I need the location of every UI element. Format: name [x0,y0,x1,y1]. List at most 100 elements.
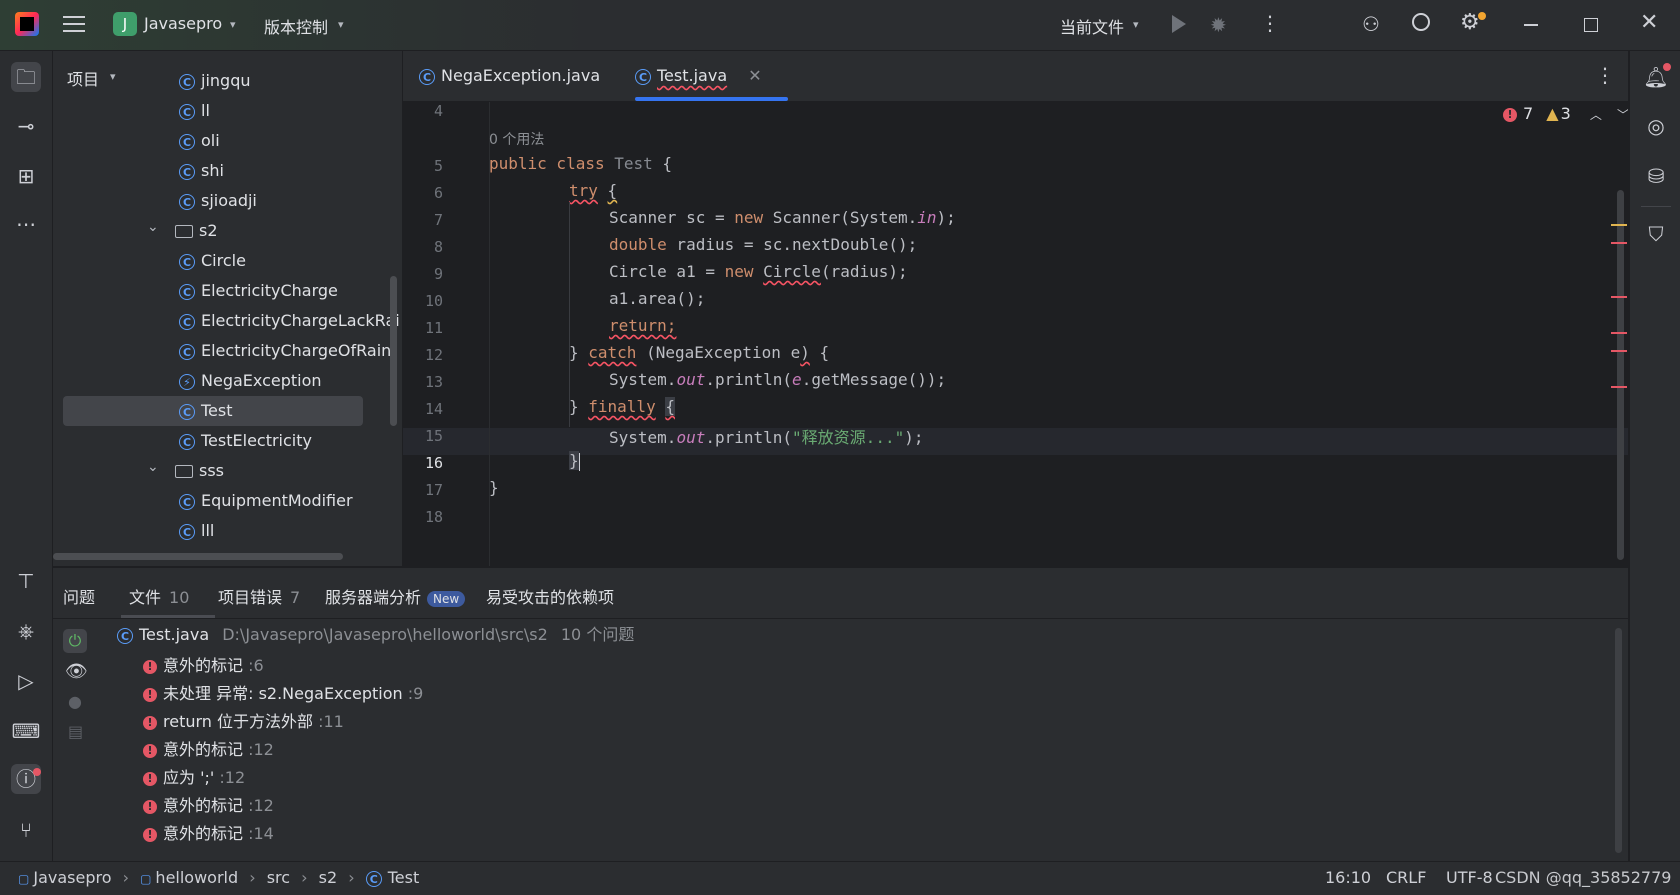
tree-package-s2[interactable]: ⌄ s2 [63,216,363,246]
tree-item-ll[interactable]: Cll [63,96,363,126]
tree-item-ElectricityChargeOfRain[interactable]: C ElectricityChargeOfRain [63,336,391,366]
run-icon[interactable] [1172,15,1186,33]
line-number[interactable]: 12 [403,346,443,364]
problems-tab-1[interactable]: 文件 10 [129,584,189,608]
project-folder-icon[interactable]: 🗀 [11,62,41,92]
problems-tab-0[interactable]: 问题 [63,584,95,608]
issue-row[interactable]: ! return 位于方法外部 :11 [143,708,344,736]
tree-scrollbar[interactable] [390,276,397,426]
main-menu-icon[interactable] [63,14,85,34]
chevron-down-icon[interactable]: ▾ [230,18,236,31]
ai-assistant-icon[interactable]: ◎ [1641,111,1671,141]
tree-item-ElectricityChargeLackRai[interactable]: C ElectricityChargeLackRai [63,306,400,336]
auto-scroll-icon[interactable]: ⏻ [63,629,87,653]
tree-item-shi[interactable]: Cshi [63,156,363,186]
commit-icon[interactable]: ⊸ [11,111,41,141]
preview-icon[interactable]: ▤ [68,722,83,741]
tab-options-icon[interactable]: ⋮ [1595,63,1615,87]
problems-tab-3[interactable]: 服务器端分析 New [325,584,466,608]
more-actions-icon[interactable]: ⋮ [1260,11,1280,35]
tree-item-sjioadji[interactable]: Csjioadji [63,186,363,216]
tree-item-Test[interactable]: C Test [63,396,363,426]
add-user-icon[interactable]: ⚇ [1362,12,1380,36]
issue-row[interactable]: ! 意外的标记 :12 [143,792,274,820]
tab-test[interactable]: C Test.java ✕ [635,51,762,101]
more-tools-icon[interactable]: ⋯ [11,209,41,239]
line-number[interactable]: 8 [403,238,443,256]
structure-icon[interactable]: ⊞ [11,161,41,191]
tree-item-TestElectricity[interactable]: C TestElectricity [63,426,363,456]
problems-tab-4[interactable]: 易受攻击的依赖项 [486,584,614,608]
line-number[interactable]: 14 [403,400,443,418]
services-icon[interactable]: ⎈ [11,616,41,646]
line-number[interactable]: 5 [403,157,443,175]
line-number[interactable]: 4 [403,102,443,120]
settings-icon[interactable]: ⚙ [1460,10,1480,35]
close-window-icon[interactable]: ✕ [1640,10,1658,35]
problems-scrollbar[interactable] [1615,628,1622,853]
maximize-icon[interactable] [1584,18,1598,32]
line-number[interactable]: 18 [403,508,443,526]
line-number[interactable]: 15 [403,427,443,445]
chevron-down-icon[interactable]: ▾ [338,18,344,31]
issue-row[interactable]: ! 未处理 异常: s2.NegaException :9 [143,680,423,708]
issue-row[interactable]: ! 意外的标记 :6 [143,652,264,680]
tree-package-sss[interactable]: ⌄ sss [63,456,363,486]
breadcrumb-item[interactable]: src [267,868,290,887]
usages-hint[interactable]: 0 个用法 [489,129,544,149]
tree-item-Circle[interactable]: C Circle [63,246,363,276]
minimize-icon[interactable] [1524,24,1538,26]
breadcrumb-item[interactable]: s2 [319,868,338,887]
terminal-icon[interactable]: ⌨ [11,716,41,746]
warning-stripe[interactable] [1611,224,1627,226]
tree-hscrollbar[interactable] [53,553,343,560]
run-tool-icon[interactable]: ▷ [11,666,41,696]
vcs-menu[interactable]: 版本控制 [264,14,328,38]
line-number[interactable]: 13 [403,373,443,391]
line-number[interactable]: 16 [403,454,443,472]
error-stripe[interactable] [1611,296,1627,298]
issue-row[interactable]: ! 意外的标记 :14 [143,820,274,848]
breadcrumb-item[interactable]: ▢ Javasepro [18,868,112,887]
chevron-down-icon[interactable]: ▾ [1133,18,1139,31]
tree-item-jingqu[interactable]: Cjingqu [63,66,363,96]
error-stripe[interactable] [1611,350,1627,352]
line-number[interactable]: 10 [403,292,443,310]
line-number[interactable]: 9 [403,265,443,283]
problem-file-row[interactable]: C Test.java D:\Javasepro\Javasepro\hellow… [117,620,634,650]
issue-row[interactable]: ! 意外的标记 :12 [143,736,274,764]
tree-item-lll[interactable]: Clll [63,516,363,546]
inspection-widget[interactable]: ! 7 ▲ 3 ︿ ﹀ [1503,104,1628,123]
close-tab-icon[interactable]: ✕ [748,66,761,85]
shield-icon[interactable]: ⛉ [1641,219,1671,249]
chevron-up-icon[interactable]: ︿ [1590,108,1602,122]
eye-icon[interactable]: 👁︎ [65,661,88,682]
problems-tab-2[interactable]: 项目错误 7 [218,584,300,608]
cursor-position[interactable]: 16:10 [1325,868,1371,887]
breadcrumb-item[interactable]: ▢ helloworld [140,868,238,887]
line-number[interactable]: 17 [403,481,443,499]
chevron-down-icon[interactable]: ﹀ [1617,108,1628,122]
lightbulb-icon[interactable]: ● [68,692,82,711]
file-encoding[interactable]: UTF-8 [1446,868,1493,887]
search-icon[interactable] [1412,13,1430,31]
debug-icon[interactable]: ✹ [1210,13,1227,37]
error-stripe[interactable] [1611,386,1627,388]
editor-scrollbar[interactable] [1617,190,1624,560]
breadcrumb-item[interactable]: C Test [365,868,419,887]
line-number[interactable]: 7 [403,211,443,229]
database-icon[interactable]: ⛁ [1641,161,1671,191]
chevron-down-icon[interactable]: ⌄ [147,212,159,242]
build-hammer-icon[interactable]: ⊤ [11,566,41,596]
line-separator[interactable]: CRLF [1386,868,1426,887]
code-editor[interactable]: 4 5 6 7 8 9 10 11 12 13 14 15 16 17 18 0 个用法 public cl… [403,102,1628,566]
error-stripe[interactable] [1611,242,1627,244]
project-badge[interactable]: J [113,12,137,36]
tree-item-EquipmentModifier[interactable]: C EquipmentModifier [63,486,363,516]
git-icon[interactable]: ⑂ [11,815,41,845]
issue-row[interactable]: ! 应为 ';' :12 [143,764,245,792]
project-name[interactable]: Javasepro [144,14,222,33]
error-stripe[interactable] [1611,332,1627,334]
chevron-down-icon[interactable]: ⌄ [147,452,159,482]
line-number[interactable]: 6 [403,184,443,202]
